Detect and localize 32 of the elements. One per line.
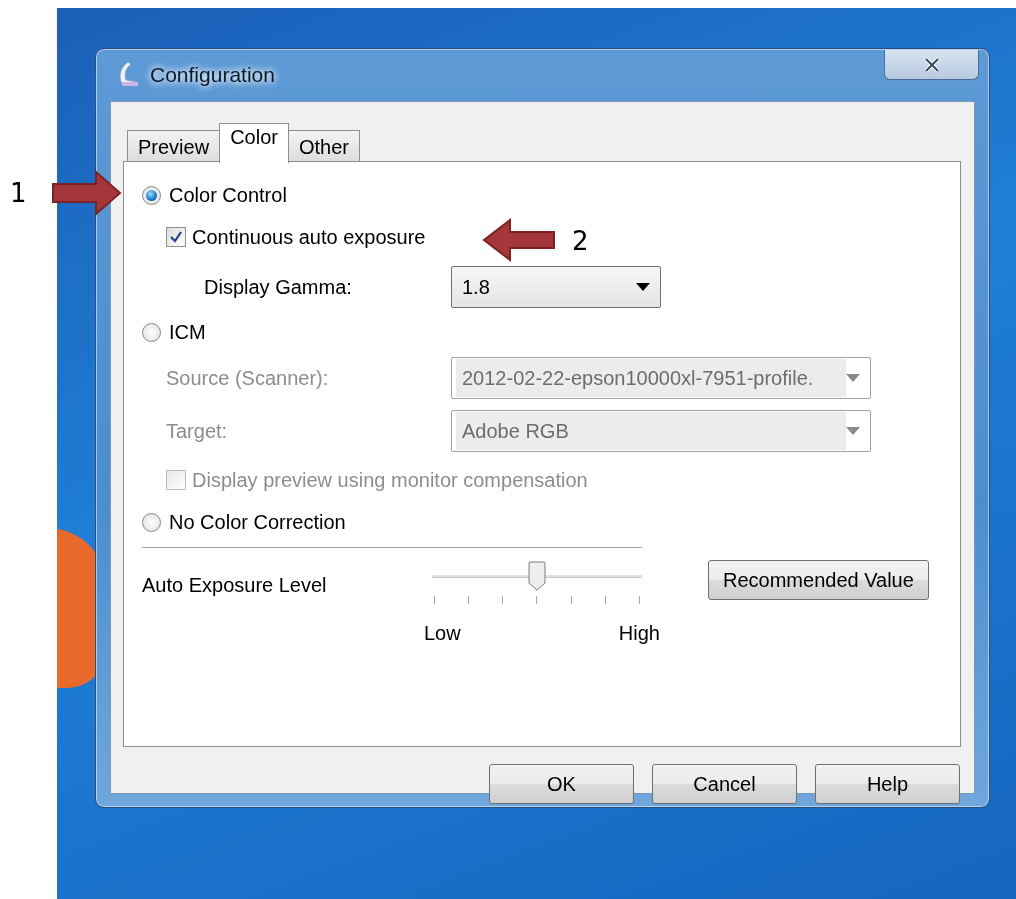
dropdown-label: Target: [166,418,229,444]
checkbox[interactable] [166,227,186,247]
radio-label: Color Control [169,183,287,208]
dropdown[interactable]: 1.8 [451,265,661,308]
callout-arrow [52,170,122,216]
tab[interactable]: Preview [127,130,221,162]
checkbox-label: Continuous auto exposure [192,225,426,250]
dialog-button[interactable]: OK [489,764,634,804]
dialog-button[interactable]: Help [815,764,960,804]
checkbox-label: Display preview using monitor compensation [192,468,588,493]
caret-icon [636,282,650,291]
slider-min-label: Low [424,621,461,646]
close-icon [922,56,941,73]
tab[interactable]: Color [219,123,289,163]
caret-icon [846,373,860,382]
slider-max-label: High [618,621,660,646]
callout-number: 2 [572,225,589,258]
radio-button[interactable] [142,512,161,532]
caret-icon [846,426,860,435]
window-title: Configuration [150,62,275,89]
tab[interactable]: Other [287,130,360,162]
dialog-button[interactable]: Cancel [652,764,797,804]
radio-label: No Color Correction [169,510,346,535]
slider-thumb[interactable] [528,561,546,591]
callout-number: 1 [10,177,27,210]
close-button[interactable] [884,50,979,80]
dropdown-label: Display Gamma: [203,274,353,300]
dropdown-label: Source (Scanner): [166,365,330,391]
recommended-value-button[interactable]: Recommended Value [708,560,929,600]
radio-button[interactable] [142,322,161,342]
radio-label: ICM [169,320,206,345]
radio-button[interactable] [142,185,161,205]
